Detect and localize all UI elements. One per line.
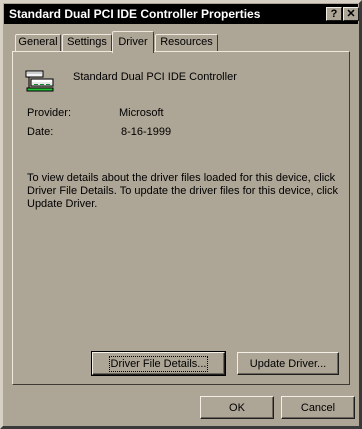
close-button[interactable]: ✕ (343, 7, 359, 21)
update-driver-button[interactable]: Update Driver... (237, 352, 339, 375)
ok-label: OK (229, 402, 245, 414)
title-bar[interactable]: Standard Dual PCI IDE Controller Propert… (4, 4, 359, 24)
tab-resources-label: Resources (160, 36, 213, 48)
properties-dialog: Standard Dual PCI IDE Controller Propert… (0, 0, 362, 429)
tab-driver-label: Driver (118, 36, 148, 48)
help-icon: ? (330, 8, 338, 20)
provider-value: Microsoft (119, 107, 164, 119)
tab-general[interactable]: General (15, 34, 61, 51)
driver-tab-panel: Standard Dual PCI IDE Controller Provide… (12, 51, 350, 385)
cancel-label: Cancel (300, 402, 336, 414)
ide-controller-icon (23, 68, 57, 94)
close-icon: ✕ (346, 8, 356, 20)
help-button[interactable]: ? (326, 7, 342, 21)
provider-label: Provider: (27, 107, 72, 119)
tab-settings[interactable]: Settings (62, 34, 112, 51)
update-driver-label: Update Driver... (249, 358, 327, 370)
tab-driver[interactable]: Driver (112, 31, 154, 53)
driver-description: To view details about the driver files l… (27, 172, 338, 210)
window-title: Standard Dual PCI IDE Controller Propert… (9, 7, 261, 21)
driver-file-details-button[interactable]: Driver File Details... (91, 351, 226, 376)
cancel-button[interactable]: Cancel (281, 396, 355, 419)
date-label: Date: (27, 126, 54, 138)
tab-general-label: General (18, 36, 58, 48)
driver-file-details-label: Driver File Details... (108, 356, 209, 372)
tab-settings-label: Settings (67, 36, 107, 48)
ok-button[interactable]: OK (200, 396, 274, 419)
tab-resources[interactable]: Resources (155, 34, 218, 51)
device-name: Standard Dual PCI IDE Controller (73, 71, 237, 83)
date-value: 8-16-1999 (121, 126, 172, 138)
